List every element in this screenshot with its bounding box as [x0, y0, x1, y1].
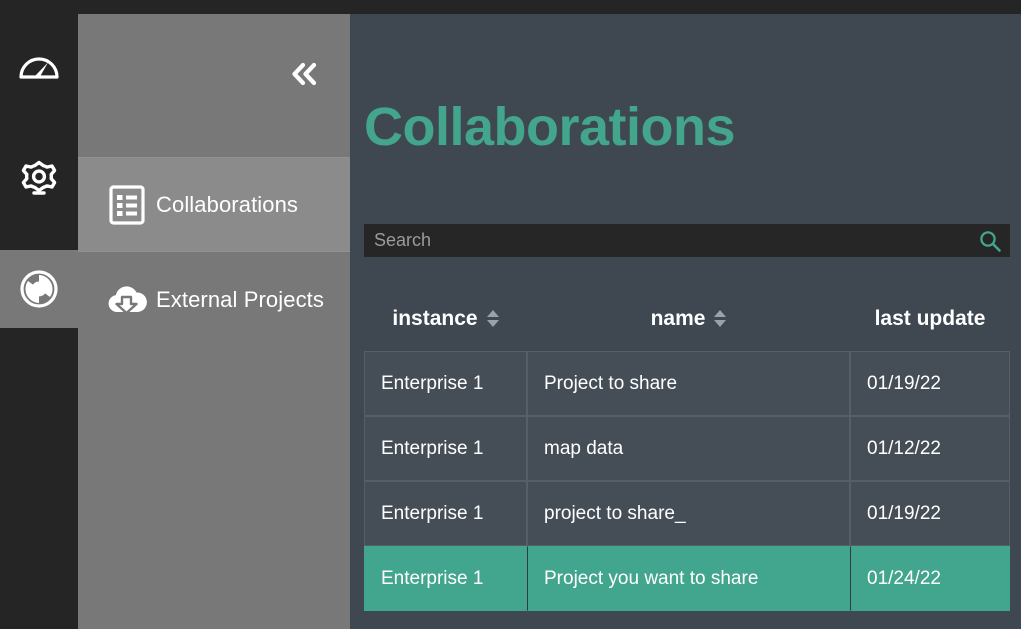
gauge-icon	[15, 45, 63, 93]
table-header-row: instance name last update	[364, 286, 1010, 351]
rail-item-settings[interactable]	[0, 140, 78, 218]
cell-last-update: 01/24/22	[850, 546, 1010, 611]
cloud-download-icon	[98, 280, 156, 320]
collaborations-table: instance name last update Enterprise 1 P…	[364, 286, 1010, 611]
column-header-instance[interactable]: instance	[364, 286, 527, 351]
table-row[interactable]: Enterprise 1 map data 01/12/22	[364, 416, 1010, 481]
collaboration-sync-icon	[14, 264, 64, 314]
sort-arrows-icon[interactable]	[714, 310, 727, 327]
cell-instance: Enterprise 1	[364, 416, 527, 481]
table-row[interactable]: Enterprise 1 project to share_ 01/19/22	[364, 481, 1010, 546]
cell-name: project to share_	[527, 481, 850, 546]
table-row[interactable]: Enterprise 1 Project to share 01/19/22	[364, 351, 1010, 416]
cell-instance: Enterprise 1	[364, 351, 527, 416]
sidebar-item-external-projects[interactable]: External Projects	[78, 252, 350, 347]
collapse-panel-button[interactable]	[282, 54, 328, 98]
gear-icon	[15, 155, 63, 203]
search-input[interactable]	[364, 224, 974, 257]
cell-instance: Enterprise 1	[364, 481, 527, 546]
main-content: Collaborations instance	[350, 14, 1021, 629]
cell-last-update: 01/19/22	[850, 351, 1010, 416]
sidebar-item-label: External Projects	[156, 286, 324, 312]
column-header-label: name	[650, 306, 706, 330]
column-header-last-update[interactable]: last update	[850, 286, 1010, 351]
secondary-nav-panel: Collaborations External Projects	[78, 14, 350, 629]
cell-name: Project you want to share	[527, 546, 850, 611]
top-strip	[0, 0, 1021, 14]
search-bar	[364, 224, 1010, 257]
icon-rail	[0, 0, 78, 629]
rail-item-dashboard[interactable]	[0, 30, 78, 108]
sort-arrows-icon[interactable]	[486, 310, 499, 327]
table-row-selected[interactable]: Enterprise 1 Project you want to share 0…	[364, 546, 1010, 611]
cell-last-update: 01/19/22	[850, 481, 1010, 546]
app-window: Collaborations External Projects Collabo…	[0, 0, 1021, 629]
nav-item-list: Collaborations External Projects	[78, 157, 350, 347]
rail-item-collaboration[interactable]	[0, 250, 78, 328]
sidebar-item-collaborations[interactable]: Collaborations	[78, 157, 350, 252]
sidebar-item-label: Collaborations	[156, 191, 299, 217]
page-title: Collaborations	[364, 97, 736, 157]
column-header-name[interactable]: name	[527, 286, 850, 351]
column-header-label: last update	[874, 306, 986, 330]
list-document-icon	[98, 184, 156, 226]
double-chevron-left-icon	[287, 60, 323, 93]
search-icon[interactable]	[978, 229, 1002, 253]
cell-instance: Enterprise 1	[364, 546, 527, 611]
cell-last-update: 01/12/22	[850, 416, 1010, 481]
column-header-label: instance	[392, 306, 478, 330]
cell-name: Project to share	[527, 351, 850, 416]
cell-name: map data	[527, 416, 850, 481]
